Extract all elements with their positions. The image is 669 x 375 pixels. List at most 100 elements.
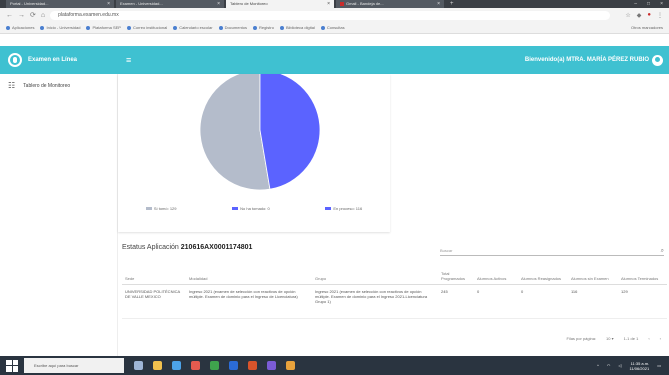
close-icon[interactable]: × <box>437 0 440 8</box>
taskbar-search-input[interactable]: Escribe aquí para buscar <box>24 358 124 373</box>
search-icon[interactable]: ⌕ <box>661 246 664 256</box>
legend-swatch <box>325 207 332 211</box>
tab-label: Tablero de Monitoreo <box>230 1 268 6</box>
hamburger-menu-icon[interactable]: ≡ <box>126 55 131 65</box>
back-icon[interactable]: ← <box>6 12 13 19</box>
notifications-icon[interactable]: ▭ <box>657 363 661 368</box>
close-window-icon[interactable]: × <box>660 0 663 8</box>
menu-icon[interactable]: ⋮ <box>657 12 663 19</box>
legend-swatch <box>232 207 239 211</box>
table-cell: 0 <box>474 284 518 319</box>
address-bar: ← → ⟳ ⌂ plataforma.examen.edu.mx ☆ ◆ ● ⋮ <box>0 8 669 22</box>
windows-start-icon[interactable] <box>6 359 18 372</box>
legend-swatch <box>145 207 152 211</box>
close-icon[interactable]: × <box>327 0 330 8</box>
bookmark-icon <box>218 25 223 30</box>
bookmark-icon <box>126 25 131 30</box>
search-input[interactable]: Buscar ⌕ <box>440 246 664 256</box>
brand[interactable]: Examen en Línea <box>0 53 120 67</box>
browser-tab-active[interactable]: Tablero de Monitoreo × <box>226 0 334 8</box>
minimize-icon[interactable]: – <box>634 0 637 8</box>
sidebar: ☷ Tablero de Monitoreo <box>0 74 118 356</box>
extensions-icon[interactable]: ◆ <box>637 12 642 19</box>
star-icon[interactable]: ☆ <box>625 12 630 19</box>
column-header[interactable]: Modalidad <box>186 264 312 285</box>
bookmark[interactable]: Consultas <box>320 25 345 30</box>
chart-legend: Sí tomó: 129 No ha tomado: 0 En proceso:… <box>118 206 390 211</box>
table-cell: Ingreso 2021 (examen de selección con re… <box>312 284 438 319</box>
url-field[interactable]: plataforma.examen.edu.mx <box>50 10 611 20</box>
chart-card: Sí tomó: 129 No ha tomado: 0 En proceso:… <box>118 74 390 232</box>
chevron-up-icon[interactable]: ^ <box>597 363 599 368</box>
legend-item[interactable]: En proceso: 116 <box>325 206 362 211</box>
app-icon[interactable] <box>286 361 295 370</box>
profile-icon[interactable]: ● <box>647 12 651 19</box>
wifi-icon[interactable]: ◠ <box>607 363 611 368</box>
other-bookmarks[interactable]: Otros marcadores <box>631 25 663 30</box>
file-explorer-icon[interactable] <box>153 361 162 370</box>
bookmark[interactable]: Plataforma SEP <box>86 25 121 30</box>
column-header[interactable]: Alumnos sin Examen <box>568 264 618 285</box>
edge-icon[interactable] <box>172 361 181 370</box>
user-icon[interactable] <box>652 54 663 66</box>
bookmark[interactable]: Aplicaciones <box>6 25 34 30</box>
browser-tab[interactable]: Portal - Universidad... × <box>6 0 114 8</box>
powerpoint-icon[interactable] <box>248 361 257 370</box>
table-row[interactable]: UNIVERSIDAD POLITÉCNICA DE VALLE MEXICO … <box>122 284 667 319</box>
bookmark[interactable]: Inicio - Universidad <box>40 25 80 30</box>
volume-icon[interactable]: ◁ <box>618 363 621 368</box>
table-cell: Ingreso 2021 (examen de selección con re… <box>186 284 312 319</box>
logo-icon <box>8 53 22 67</box>
welcome-user[interactable]: Bienvenido(a) MTRA. MARÍA PÉREZ RUBIO <box>524 54 669 66</box>
browser-tab[interactable]: Examen - Universidad... × <box>116 0 224 8</box>
status-table: Sede Modalidad Grupo Total Programados A… <box>122 264 667 319</box>
teams-icon[interactable] <box>267 361 276 370</box>
prev-page-icon[interactable]: ‹ <box>648 336 649 341</box>
chrome-icon[interactable] <box>191 361 200 370</box>
clock[interactable]: 11:35 a.m. 11/06/2021 <box>629 361 649 371</box>
apps-icon <box>6 25 10 30</box>
bookmark[interactable]: Documentos <box>218 25 247 30</box>
column-header[interactable]: Alumnos Reasignados <box>518 264 568 285</box>
close-icon[interactable]: × <box>217 0 220 8</box>
bookmark[interactable]: Calendario escolar <box>173 25 213 30</box>
page-range: 1-1 de 1 <box>623 336 639 341</box>
browser-tab[interactable]: Gmail - Bandeja de... × <box>336 0 444 8</box>
status-panel: Estatus Aplicación 210616AX0001174801 Bu… <box>118 238 669 356</box>
pagination: Filas por página: 10 ▾ 1-1 de 1 ‹ › <box>566 336 661 341</box>
excel-icon[interactable] <box>210 361 219 370</box>
sidebar-item-dashboard[interactable]: ☷ Tablero de Monitoreo <box>0 74 117 97</box>
next-page-icon[interactable]: › <box>660 336 661 341</box>
bookmark[interactable]: Registro <box>253 25 274 30</box>
pie-slice[interactable] <box>199 74 271 191</box>
pie-slice[interactable] <box>259 74 321 190</box>
app-header: Examen en Línea ≡ Bienvenido(a) MTRA. MA… <box>0 46 669 74</box>
bookmark[interactable]: Correo institucional <box>126 25 167 30</box>
bookmarks-bar: Aplicaciones Inicio - Universidad Plataf… <box>0 22 669 34</box>
column-header[interactable]: Alumnos Terminados <box>618 264 667 285</box>
panel-title: Estatus Aplicación 210616AX0001174801 <box>122 244 253 251</box>
bookmark-icon <box>320 25 325 30</box>
maximize-icon[interactable]: □ <box>647 0 650 8</box>
task-view-icon[interactable] <box>134 361 143 370</box>
reload-icon[interactable]: ⟳ <box>30 11 36 19</box>
bookmark-icon <box>253 25 258 30</box>
column-header[interactable]: Total Programados <box>438 264 474 285</box>
welcome-text: Bienvenido(a) MTRA. MARÍA PÉREZ RUBIO <box>524 57 649 63</box>
system-tray: ^ ◠ ◁ 11:35 a.m. 11/06/2021 ▭ <box>597 361 669 371</box>
new-tab-button[interactable]: + <box>446 0 458 8</box>
legend-item[interactable]: Sí tomó: 129 <box>145 206 177 211</box>
taskbar: Escribe aquí para buscar ^ ◠ ◁ 11:35 a.m… <box>0 356 669 375</box>
application-code: 210616AX0001174801 <box>180 244 253 251</box>
bookmark[interactable]: Biblioteca digital <box>279 25 315 30</box>
table-cell: 129 <box>618 284 667 319</box>
column-header[interactable]: Sede <box>122 264 186 285</box>
home-icon[interactable]: ⌂ <box>41 12 45 19</box>
word-icon[interactable] <box>229 361 238 370</box>
forward-icon[interactable]: → <box>18 12 25 19</box>
column-header[interactable]: Grupo <box>312 264 438 285</box>
rows-per-page-select[interactable]: 10 ▾ <box>606 336 614 341</box>
legend-item[interactable]: No ha tomado: 0 <box>232 206 270 211</box>
column-header[interactable]: Alumnos Activos <box>474 264 518 285</box>
close-icon[interactable]: × <box>107 0 110 8</box>
